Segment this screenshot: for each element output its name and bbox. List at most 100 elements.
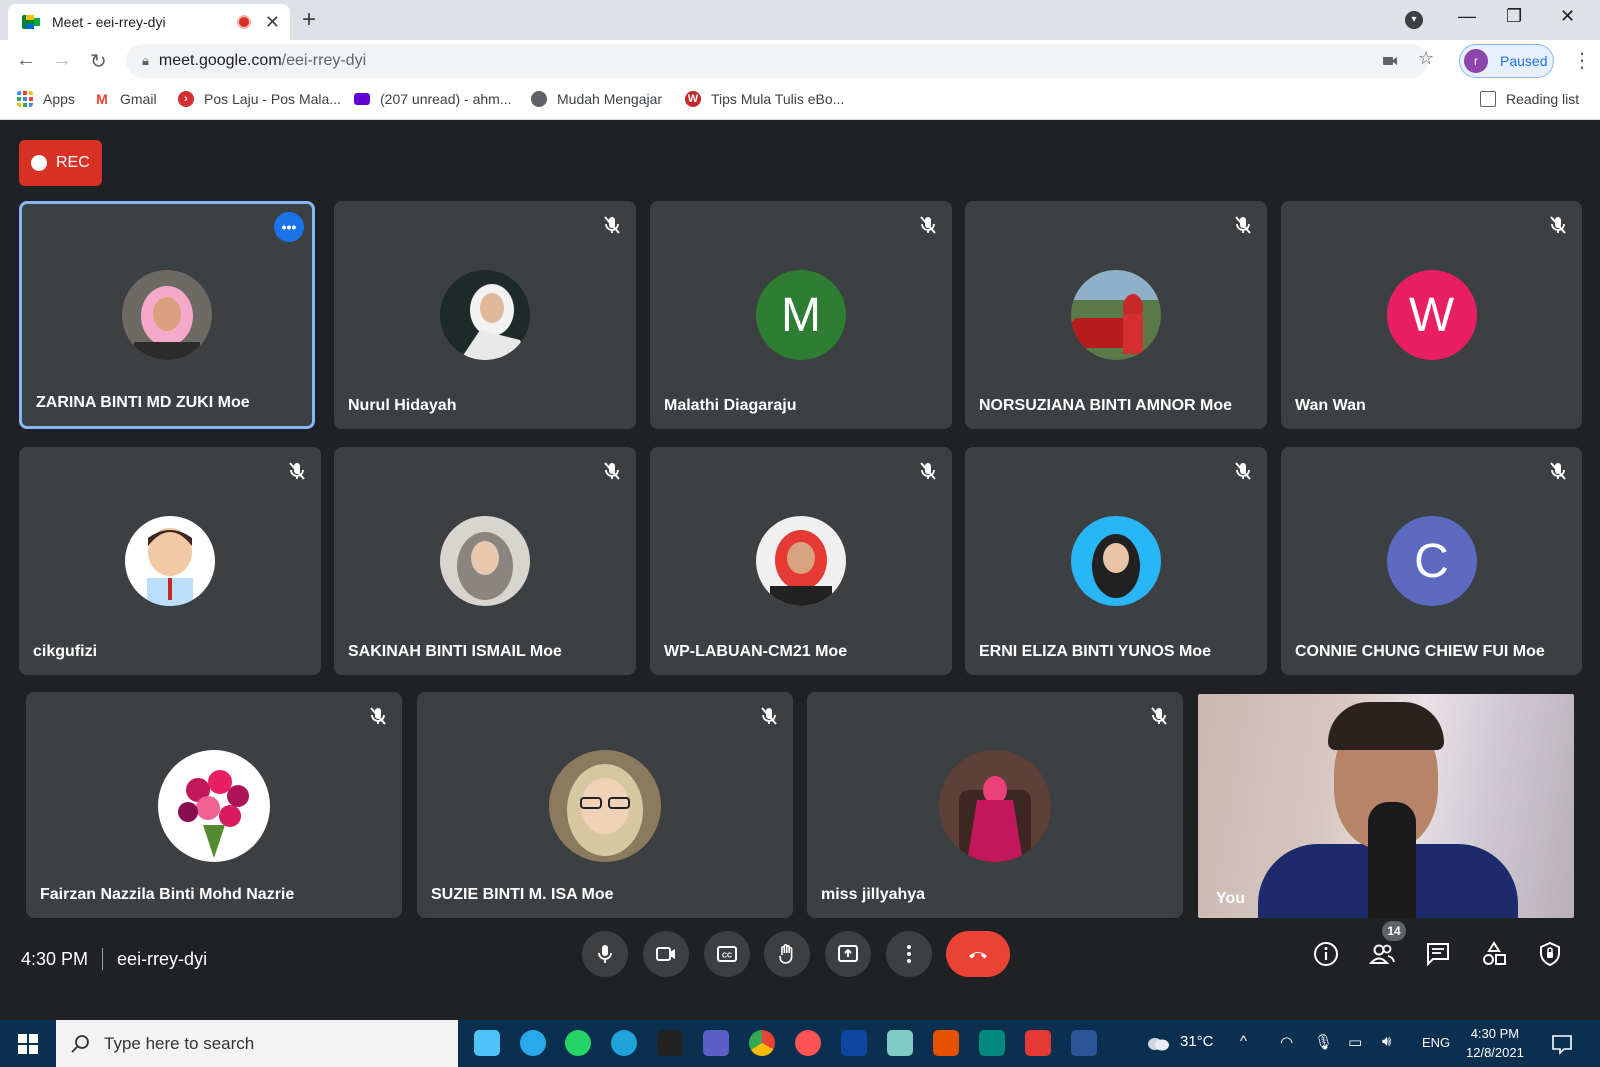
new-tab-icon[interactable]: + <box>302 6 316 34</box>
microphone-button[interactable] <box>582 931 628 977</box>
restore-icon[interactable]: ❐ <box>1506 6 1522 27</box>
browser-menu-icon[interactable]: ⋮ <box>1572 48 1592 73</box>
participant-name: Nurul Hidayah <box>348 397 457 414</box>
mic-off-icon <box>755 702 783 730</box>
participant-tile-jillyahya[interactable]: miss jillyahya <box>807 692 1183 918</box>
tab-search-icon[interactable]: ▾ <box>1405 11 1423 29</box>
meet-main: REC ••• ZARINA BINTI MD ZUKI Moe Nurul H… <box>0 120 1600 1020</box>
volume-icon[interactable]: 🔊︎ <box>1382 1033 1391 1050</box>
participant-tile-nurul[interactable]: Nurul Hidayah <box>334 201 636 429</box>
reading-list-button[interactable]: Reading list <box>1480 91 1579 107</box>
participant-avatar <box>756 516 846 606</box>
taskbar-search-box[interactable]: Type here to search <box>56 1020 458 1067</box>
tab-title: Meet - eei-rrey-dyi <box>52 14 166 30</box>
participant-tile-sakinah[interactable]: SAKINAH BINTI ISMAIL Moe <box>334 447 636 675</box>
participant-tile-connie[interactable]: C CONNIE CHUNG CHIEW FUI Moe <box>1281 447 1582 675</box>
clock-time: 4:30 PM <box>1470 1026 1520 1041</box>
captions-button[interactable]: CC <box>704 931 750 977</box>
leave-call-button[interactable] <box>946 931 1010 977</box>
participant-tile-erni[interactable]: ERNI ELIZA BINTI YUNOS Moe <box>965 447 1267 675</box>
app-icon[interactable] <box>657 1030 683 1056</box>
settings-app-icon[interactable] <box>887 1030 913 1056</box>
back-icon[interactable]: ← <box>16 49 36 72</box>
tab-close-icon[interactable]: ✕ <box>265 12 280 33</box>
forward-icon[interactable]: → <box>52 49 72 72</box>
meeting-code: eei-rrey-dyi <box>117 948 208 969</box>
teams-icon[interactable] <box>703 1030 729 1056</box>
participant-avatar <box>549 750 661 862</box>
participant-name: cikgufizi <box>33 643 98 660</box>
reload-icon[interactable]: ↻ <box>90 49 107 74</box>
bookmark-gmail[interactable]: M Gmail <box>94 91 156 107</box>
taskbar-clock[interactable]: 4:30 PM 12/8/2021 <box>1466 1024 1524 1062</box>
bookmark-yahoo-mail[interactable]: (207 unread) - ahm... <box>354 91 512 107</box>
search-placeholder: Type here to search <box>104 1033 255 1053</box>
people-icon[interactable] <box>1368 940 1396 968</box>
self-view-tile[interactable]: You <box>1198 694 1574 918</box>
more-options-icon[interactable]: ••• <box>274 212 304 242</box>
more-options-button[interactable] <box>886 931 932 977</box>
apps-grid-icon <box>17 91 33 107</box>
battery-icon[interactable]: ▭ <box>1348 1033 1362 1051</box>
participant-name: WP-LABUAN-CM21 Moe <box>664 643 848 660</box>
participant-tile-zarina[interactable]: ••• ZARINA BINTI MD ZUKI Moe <box>19 201 315 429</box>
participant-tile-wp-labuan[interactable]: WP-LABUAN-CM21 Moe <box>650 447 952 675</box>
windows-start-icon[interactable] <box>18 1034 38 1054</box>
browser-tab-meet[interactable]: Meet - eei-rrey-dyi ✕ <box>8 4 290 40</box>
mic-off-icon <box>1544 211 1572 239</box>
minimize-icon[interactable]: — <box>1458 6 1476 27</box>
meeting-time: 4:30 PM <box>21 948 89 969</box>
file-explorer-icon[interactable] <box>474 1030 500 1056</box>
profile-paused-button[interactable]: r Paused <box>1459 44 1554 78</box>
wifi-icon[interactable]: ◠ <box>1280 1033 1293 1051</box>
mic-off-icon <box>598 211 626 239</box>
participant-tile-cikgufizi[interactable]: cikgufizi <box>19 447 321 675</box>
camera-in-use-icon[interactable] <box>1382 53 1398 69</box>
activities-icon[interactable] <box>1480 940 1508 968</box>
notifications-icon[interactable] <box>1551 1033 1573 1055</box>
bookmark-apps[interactable]: Apps <box>17 91 75 107</box>
photos-app-icon[interactable] <box>979 1030 1005 1056</box>
bookmarks-bar: Apps M Gmail › Pos Laju - Pos Mala... (2… <box>0 82 1600 120</box>
meet-favicon-icon <box>22 15 40 29</box>
mic-off-icon <box>914 211 942 239</box>
participant-tile-malathi[interactable]: M Malathi Diagaraju <box>650 201 952 429</box>
participant-avatar <box>1071 270 1161 360</box>
pdf-app-icon[interactable] <box>1025 1030 1051 1056</box>
participant-tile-wan[interactable]: W Wan Wan <box>1281 201 1582 429</box>
screen-recorder-icon[interactable] <box>795 1030 821 1056</box>
participant-name: Fairzan Nazzila Binti Mohd Nazrie <box>40 886 295 903</box>
participant-tile-fairzan[interactable]: Fairzan Nazzila Binti Mohd Nazrie <box>26 692 402 918</box>
bookmark-star-icon[interactable]: ☆ <box>1418 48 1434 69</box>
office-icon[interactable] <box>933 1030 959 1056</box>
host-controls-icon[interactable] <box>1536 940 1564 968</box>
edge-icon[interactable] <box>611 1030 637 1056</box>
windows-taskbar: Type here to search 31°C ^ ◠ 🎙︎ ▭ 🔊︎ ENG… <box>0 1020 1600 1067</box>
address-bar[interactable]: 🔒︎ meet.google.com /eei-rrey-dyi <box>126 44 1428 78</box>
bookmark-tips-mula-tulis[interactable]: W Tips Mula Tulis eBo... <box>685 91 844 107</box>
present-screen-button[interactable] <box>825 931 871 977</box>
tray-overflow-icon[interactable]: ^ <box>1240 1033 1247 1050</box>
whiteboard-icon[interactable] <box>841 1030 867 1056</box>
word-icon[interactable] <box>1071 1030 1097 1056</box>
participant-initial-avatar: C <box>1386 516 1477 606</box>
telegram-icon[interactable] <box>520 1030 546 1056</box>
bookmark-label: Pos Laju - Pos Mala... <box>204 91 341 107</box>
language-indicator[interactable]: ENG <box>1422 1035 1450 1050</box>
mic-off-icon <box>283 457 311 485</box>
bookmark-pos-laju[interactable]: › Pos Laju - Pos Mala... <box>178 91 341 107</box>
participant-tile-norsuziana[interactable]: NORSUZIANA BINTI AMNOR Moe <box>965 201 1267 429</box>
meeting-info-icon[interactable] <box>1312 940 1340 968</box>
window-close-icon[interactable]: ✕ <box>1560 6 1575 27</box>
chat-icon[interactable] <box>1424 940 1452 968</box>
more-vert-icon <box>907 945 911 963</box>
weather-temperature[interactable]: 31°C <box>1180 1033 1214 1050</box>
microphone-tray-icon[interactable]: 🎙︎ <box>1314 1033 1333 1051</box>
raise-hand-button[interactable] <box>764 931 810 977</box>
lock-icon: 🔒︎ <box>142 53 149 68</box>
participant-tile-suzie[interactable]: SUZIE BINTI M. ISA Moe <box>417 692 793 918</box>
camera-button[interactable] <box>643 931 689 977</box>
chrome-icon[interactable] <box>749 1030 775 1056</box>
whatsapp-icon[interactable] <box>565 1030 591 1056</box>
bookmark-mudah-mengajar[interactable]: Mudah Mengajar <box>531 91 662 107</box>
